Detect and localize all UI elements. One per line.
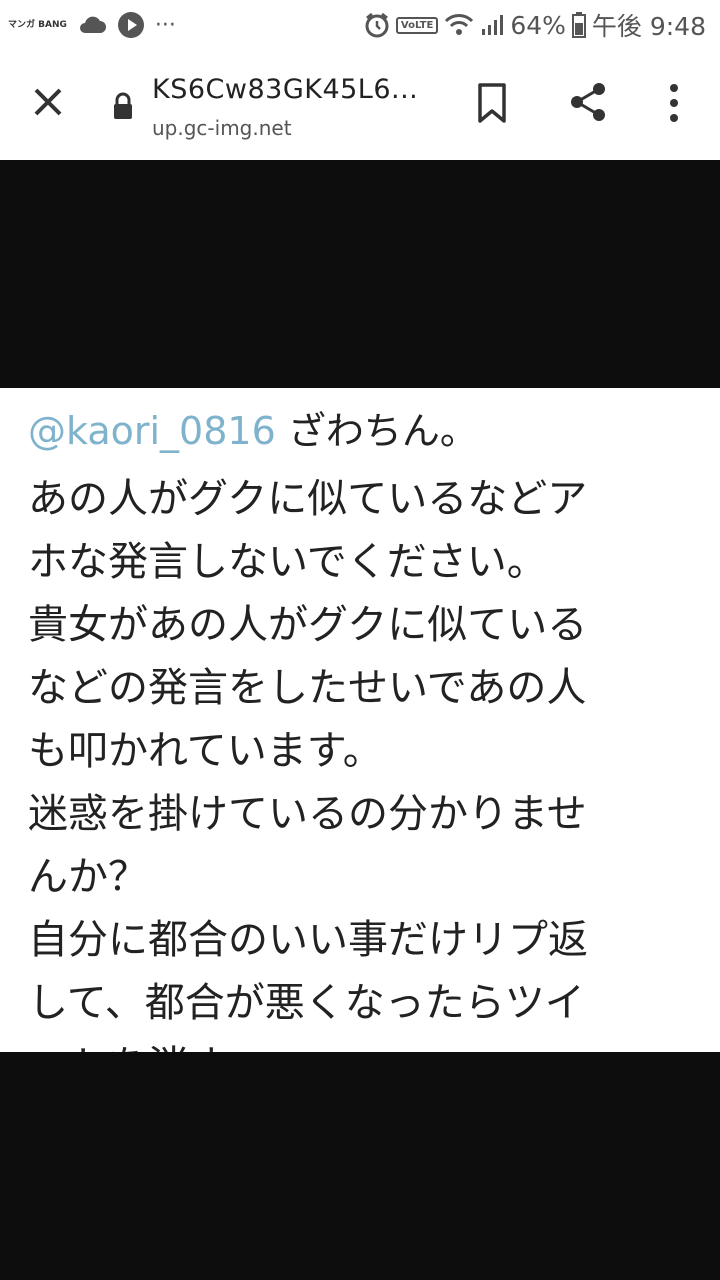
mention-rest: ざわちん。 [275, 409, 478, 453]
more-notifications-icon: ··· [154, 12, 176, 38]
reply-line: @kaori_0816 ざわちん。 [28, 400, 478, 455]
tweet-image-text: @kaori_0816 ざわちん。 あの人がグクに似ているなどア ホな発言しない… [0, 388, 720, 1052]
lock-icon [114, 92, 132, 119]
mention-handle: @kaori_0816 [28, 409, 276, 453]
bookmark-icon[interactable] [474, 82, 510, 124]
play-icon [117, 12, 144, 38]
text-line: して、都合が悪くなったらツイ [28, 980, 585, 1026]
page-host[interactable]: up.gc-img.net [152, 116, 292, 140]
signal-icon [482, 15, 504, 35]
clock: 午後 9:48 [591, 12, 706, 41]
text-line: 自分に都合のいい事だけリプ返 [28, 917, 588, 963]
browser-toolbar: KS6Cw83GK45L6... up.gc-img.net [0, 50, 720, 160]
text-line: 迷惑を掛けているの分かりませ [28, 791, 587, 837]
text-line: などの発言をしたせいであの人 [28, 665, 587, 711]
text-line: あの人がグクに似ているなどア [28, 476, 588, 522]
text-line: 貴女があの人がグクに似ている [28, 602, 588, 648]
text-line: も叩かれています。 [28, 728, 383, 774]
manga-bang-icon: マンガ BANG [8, 20, 67, 30]
close-icon[interactable] [26, 80, 70, 124]
volte-icon: VoLTE [395, 16, 439, 34]
image-black-area-bottom [0, 1052, 720, 1280]
page-title[interactable]: KS6Cw83GK45L6... [152, 74, 418, 105]
share-icon[interactable] [566, 80, 610, 124]
image-black-area-top [0, 160, 720, 388]
more-menu-icon[interactable] [664, 82, 684, 124]
text-line: んか？ [28, 854, 148, 900]
wifi-icon [445, 14, 474, 35]
status-bar: マンガ BANG ··· VoLTE 64% 午後 9:48 [0, 0, 720, 50]
alarm-icon [365, 12, 389, 38]
battery-percent: 64% [510, 10, 566, 40]
cloud-icon [79, 16, 106, 33]
tweet-body: あの人がグクに似ているなどア ホな発言しないでください。 貴女があの人がグクに似… [28, 468, 708, 1052]
text-line: ートを消す。 [28, 1035, 708, 1052]
battery-icon [571, 12, 586, 38]
text-line: ホな発言しないでください。 [28, 539, 547, 585]
